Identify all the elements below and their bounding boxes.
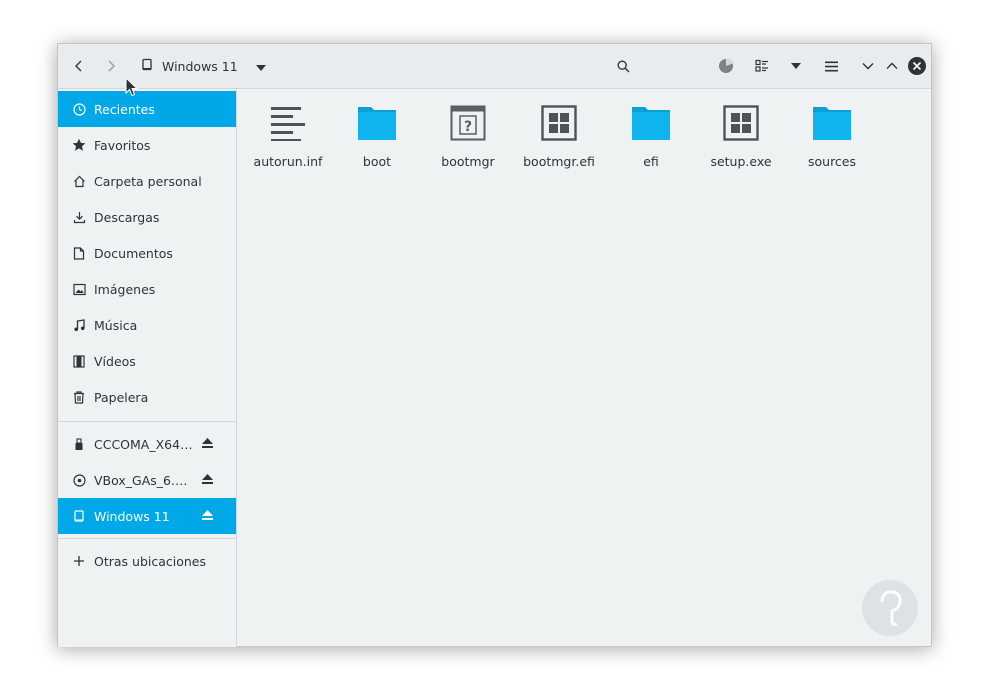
file-item-bootmgr-efi[interactable]: bootmgr.efi xyxy=(514,99,604,169)
drive-icon xyxy=(140,58,154,75)
svg-text:?: ? xyxy=(464,119,472,135)
usb-icon xyxy=(71,436,87,452)
sidebar-item-label: Imágenes xyxy=(94,281,156,297)
plus-icon xyxy=(71,553,87,569)
folder-icon xyxy=(353,99,401,147)
eject-icon[interactable] xyxy=(201,509,214,524)
sidebar-device-label: CCCOMA_X64… xyxy=(94,436,193,452)
trash-icon xyxy=(71,389,87,405)
file-item-boot[interactable]: boot xyxy=(332,99,422,169)
back-arrow-icon[interactable] xyxy=(66,54,92,78)
sidebar-separator xyxy=(58,421,236,422)
dropdown-icon[interactable] xyxy=(783,54,809,78)
clock-icon xyxy=(71,101,87,117)
executable-icon xyxy=(717,99,765,147)
star-icon xyxy=(71,137,87,153)
sidebar-item-label: Documentos xyxy=(94,245,173,261)
file-name: setup.exe xyxy=(710,154,772,169)
sidebar-item-label: Vídeos xyxy=(94,353,136,369)
executable-icon xyxy=(535,99,583,147)
sidebar-item-videos[interactable]: Vídeos xyxy=(58,343,236,379)
sidebar-item-label: Papelera xyxy=(94,389,149,405)
sidebar-item-imagenes[interactable]: Imágenes xyxy=(58,271,236,307)
document-icon xyxy=(71,245,87,261)
text-file-icon xyxy=(264,99,312,147)
sidebar-device-windows[interactable]: Windows 11 xyxy=(58,498,236,534)
dropdown-icon[interactable] xyxy=(255,59,266,74)
sidebar-device-usb[interactable]: CCCOMA_X64… xyxy=(58,426,236,462)
search-icon[interactable] xyxy=(610,54,636,78)
folder-icon xyxy=(627,99,675,147)
file-view: autorun.inf boot ? bootmgr bootmgr.efi e… xyxy=(238,89,932,647)
file-item-bootmgr[interactable]: ? bootmgr xyxy=(423,99,513,169)
image-icon xyxy=(71,281,87,297)
sidebar-item-otras-ubicaciones[interactable]: Otras ubicaciones xyxy=(58,543,236,579)
file-name: sources xyxy=(807,154,857,169)
minimize-icon[interactable] xyxy=(855,54,881,78)
maximize-icon[interactable] xyxy=(879,54,905,78)
sidebar-item-documentos[interactable]: Documentos xyxy=(58,235,236,271)
file-name: bootmgr xyxy=(441,154,495,169)
sidebar-item-favoritos[interactable]: Favoritos xyxy=(58,127,236,163)
header-bar: Windows 11 xyxy=(58,44,931,89)
file-name: bootmgr.efi xyxy=(523,154,595,169)
watermark-logo xyxy=(862,580,918,636)
download-icon xyxy=(71,209,87,225)
music-icon xyxy=(71,317,87,333)
eject-icon[interactable] xyxy=(201,437,214,452)
sidebar-device-disc[interactable]: VBox_GAs_6.… xyxy=(58,462,236,498)
sidebar: Recientes Favoritos Carpeta personal Des… xyxy=(58,89,237,647)
video-icon xyxy=(71,353,87,369)
sidebar-item-recientes[interactable]: Recientes xyxy=(58,91,236,127)
hamburger-icon[interactable] xyxy=(818,54,844,78)
file-item-sources[interactable]: sources xyxy=(787,99,877,169)
home-icon xyxy=(71,173,87,189)
eject-icon[interactable] xyxy=(201,473,214,488)
sidebar-item-label: Música xyxy=(94,317,138,333)
sidebar-item-carpeta-personal[interactable]: Carpeta personal xyxy=(58,163,236,199)
unknown-file-icon: ? xyxy=(444,99,492,147)
sidebar-item-label: Favoritos xyxy=(94,137,151,153)
sidebar-item-musica[interactable]: Música xyxy=(58,307,236,343)
path-bar[interactable]: Windows 11 xyxy=(140,54,266,78)
file-name: autorun.inf xyxy=(253,154,323,169)
sidebar-item-label: Otras ubicaciones xyxy=(94,553,207,569)
file-item-efi[interactable]: efi xyxy=(606,99,696,169)
drive-icon xyxy=(71,508,87,524)
close-icon[interactable] xyxy=(904,54,930,78)
view-icon[interactable] xyxy=(749,54,775,78)
forward-arrow-icon[interactable] xyxy=(98,54,124,78)
file-name: efi xyxy=(643,154,659,169)
mouse-cursor-icon xyxy=(125,76,139,100)
disc-icon xyxy=(71,472,87,488)
file-name: boot xyxy=(362,154,392,169)
sidebar-separator xyxy=(58,538,236,539)
path-label: Windows 11 xyxy=(162,58,238,74)
sidebar-item-descargas[interactable]: Descargas xyxy=(58,199,236,235)
sidebar-device-label: Windows 11 xyxy=(94,508,170,524)
pie-icon[interactable] xyxy=(713,54,739,78)
file-item-autorun[interactable]: autorun.inf xyxy=(243,99,333,169)
sidebar-item-label: Descargas xyxy=(94,209,160,225)
sidebar-item-label: Recientes xyxy=(94,101,155,117)
sidebar-device-label: VBox_GAs_6.… xyxy=(94,472,188,488)
file-manager-window: Windows 11 Recientes Favoritos Carpeta p… xyxy=(57,43,932,647)
folder-icon xyxy=(808,99,856,147)
sidebar-item-papelera[interactable]: Papelera xyxy=(58,379,236,415)
file-item-setup[interactable]: setup.exe xyxy=(696,99,786,169)
sidebar-item-label: Carpeta personal xyxy=(94,173,202,189)
